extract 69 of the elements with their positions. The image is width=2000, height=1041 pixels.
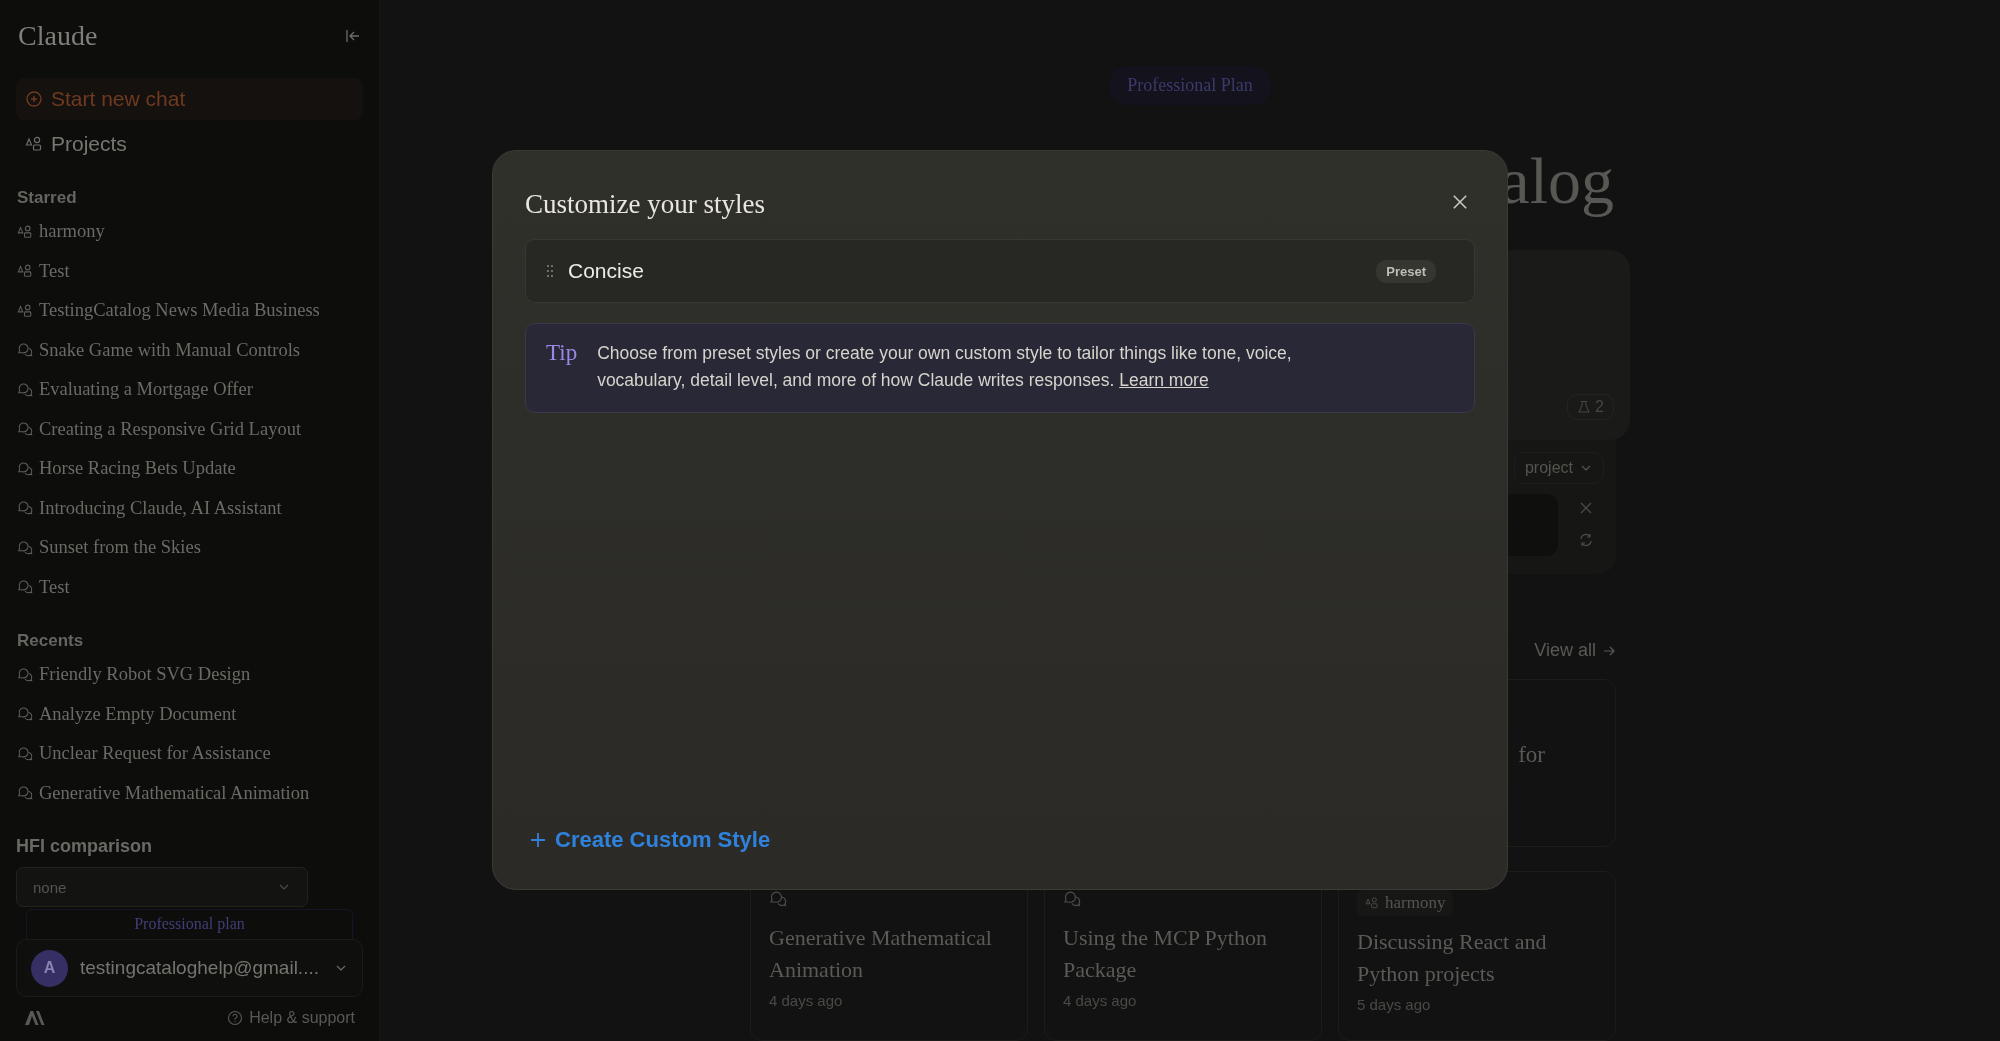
chat-bubbles-icon	[17, 381, 33, 398]
shapes-icon	[17, 263, 33, 280]
sidebar-item[interactable]: Generative Mathematical Animation	[16, 773, 363, 813]
logo-icon	[24, 1010, 46, 1026]
refresh-icon[interactable]	[1578, 532, 1594, 549]
chat-bubbles-icon	[17, 539, 33, 556]
section-heading: Starred	[16, 188, 78, 208]
chat-bubbles-icon	[1063, 890, 1081, 908]
chat-bubbles-icon	[17, 666, 33, 683]
card-time: 4 days ago	[769, 992, 844, 1009]
sidebar-item[interactable]: Introducing Claude, AI Assistant	[16, 488, 363, 528]
style-name: Concise	[568, 259, 645, 283]
chat-bubbles-icon	[17, 785, 33, 802]
card-time: 5 days ago	[1357, 996, 1432, 1013]
chat-bubbles-icon	[17, 342, 33, 359]
create-custom-style-button[interactable]: Create Custom Style	[529, 827, 771, 853]
chat-bubbles-icon	[17, 421, 33, 438]
preset-badge: Preset	[1376, 259, 1436, 283]
sidebar-item[interactable]: Sunset from the Skies	[16, 528, 363, 568]
sidebar-item[interactable]: Test	[16, 567, 363, 607]
chat-bubbles-icon	[17, 579, 33, 596]
shapes-icon	[1365, 896, 1379, 910]
sidebar-item[interactable]: Horse Racing Bets Update	[16, 449, 363, 489]
plan-badge: Professional Plan	[1109, 66, 1271, 105]
sidebar-item[interactable]: Snake Game with Manual Controls	[16, 330, 363, 370]
avatar: A	[31, 949, 68, 987]
section-heading: Recents	[16, 631, 85, 651]
tip-label: Tip	[546, 340, 578, 367]
style-item[interactable]: Concise Preset	[525, 239, 1475, 303]
shapes-icon	[25, 135, 43, 153]
help-support-link[interactable]: Help & support	[227, 1009, 355, 1027]
chat-bubbles-icon	[17, 460, 33, 477]
tag-label: harmony	[1385, 893, 1446, 913]
shapes-icon	[17, 223, 33, 240]
chat-bubbles-icon	[17, 706, 33, 723]
chat-bubbles-icon	[17, 500, 33, 517]
drag-handle-icon[interactable]	[546, 264, 554, 278]
projects-link[interactable]: Projects	[16, 120, 363, 168]
chat-bubbles-icon	[17, 745, 33, 762]
view-all-link[interactable]: View all	[1534, 640, 1616, 662]
sidebar-item[interactable]: Friendly Robot SVG Design	[16, 655, 363, 695]
sidebar-item[interactable]: Evaluating a Mortgage Offer	[16, 370, 363, 410]
card-title: Using the MCP Python Package	[1063, 924, 1268, 984]
start-new-chat-button[interactable]: Start new chat	[16, 78, 363, 120]
card-title: Generative Mathematical Animation	[769, 924, 993, 984]
card-time: 4 days ago	[1063, 992, 1138, 1009]
dialog-title: Customize your styles	[525, 188, 765, 220]
collapse-sidebar-icon[interactable]	[345, 28, 361, 44]
sidebar-item[interactable]: harmony	[16, 212, 363, 252]
plus-icon	[529, 831, 547, 849]
card-title: Discussing React and Python projects	[1357, 928, 1548, 988]
tip-text: Choose from preset styles or create your own custom style to tailor things like tone, voice, vocabulary, detail level, and more of how Claude writes responses. Learn more	[597, 342, 1293, 392]
learn-more-link[interactable]: Learn more	[1119, 370, 1209, 390]
app-title: Claude	[18, 20, 98, 52]
project-dropdown[interactable]: project	[1513, 452, 1604, 485]
sidebar-item[interactable]: Creating a Responsive Grid Layout	[16, 409, 363, 449]
sidebar-item[interactable]: TestingCatalog News Media Business	[16, 291, 363, 331]
shapes-icon	[17, 302, 33, 319]
section-heading: HFI comparison	[16, 836, 154, 857]
flask-icon	[1577, 400, 1592, 415]
sidebar-item[interactable]: Test	[16, 251, 363, 291]
sidebar-item[interactable]: Unclear Request for Assistance	[16, 734, 363, 774]
chat-bubbles-icon	[769, 890, 787, 908]
close-icon	[1451, 193, 1469, 211]
account-menu[interactable]: A testingcataloghelp@gmail....	[16, 939, 363, 997]
help-icon	[227, 1010, 244, 1026]
chat-plus-icon	[25, 90, 43, 108]
sidebar-item[interactable]: Analyze Empty Document	[16, 694, 363, 734]
comparison-dropdown[interactable]: none	[16, 867, 308, 907]
